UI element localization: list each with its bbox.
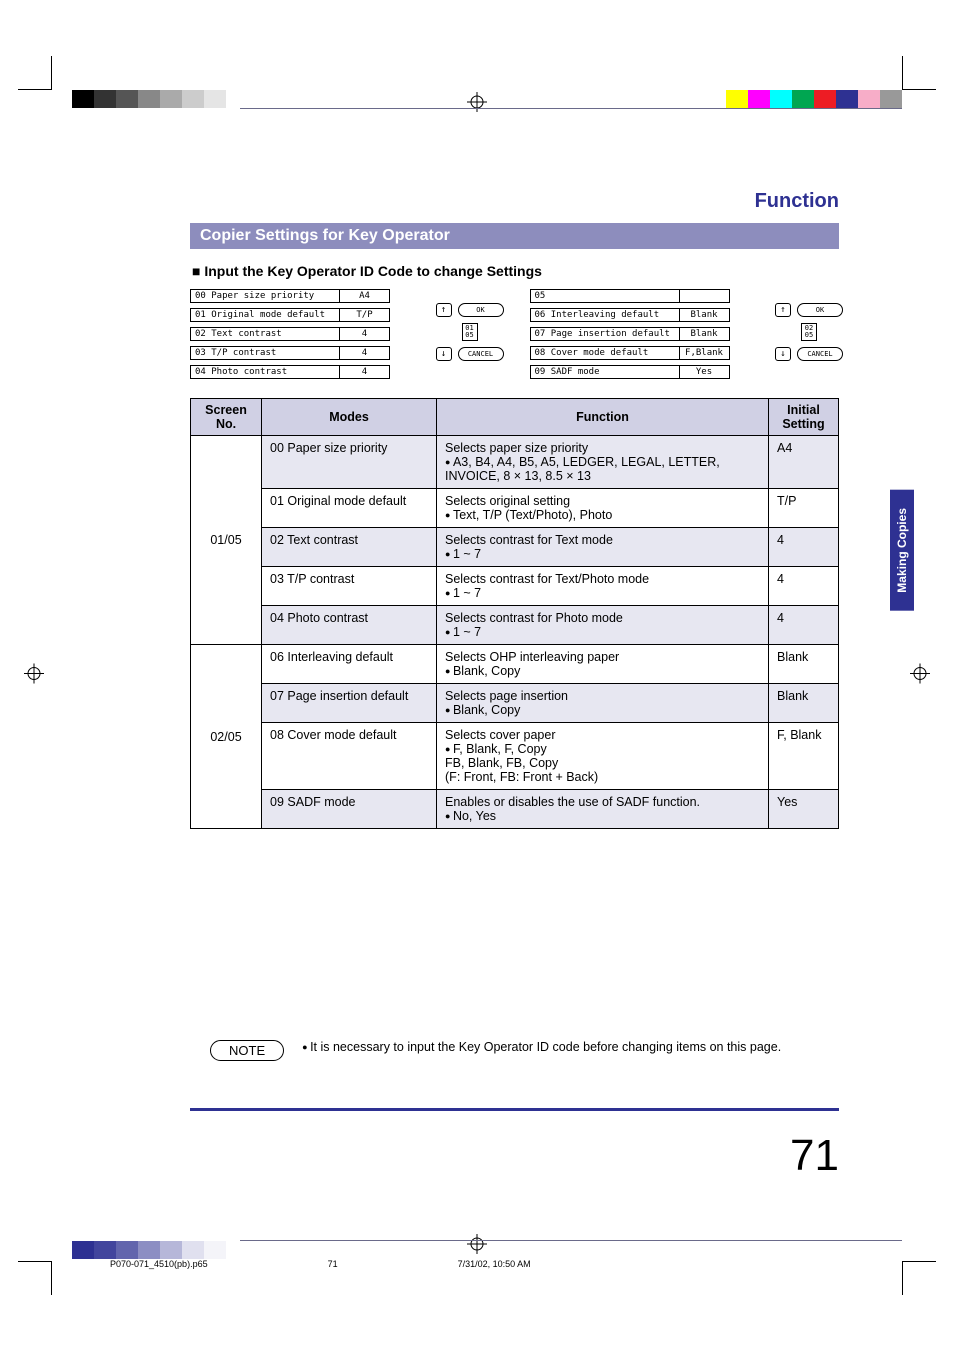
settings-table: Screen No. Modes Function Initial Settin… xyxy=(190,398,839,829)
color-swatches xyxy=(726,90,902,108)
initial-cell: Yes xyxy=(769,790,839,829)
table-row: 02/0506 Interleaving defaultSelects OHP … xyxy=(191,645,839,684)
initial-cell: 4 xyxy=(769,567,839,606)
initial-cell: 4 xyxy=(769,528,839,567)
trim-line xyxy=(240,108,902,109)
list-item: 04 Photo contrast xyxy=(190,365,340,379)
mode-cell: 03 T/P contrast xyxy=(262,567,437,606)
function-cell: Enables or disables the use of SADF func… xyxy=(437,790,769,829)
arrow-up-icon[interactable]: ↑ xyxy=(775,303,791,317)
separator xyxy=(190,1108,839,1111)
function-cell: Selects contrast for Text/Photo mode1 ~ … xyxy=(437,567,769,606)
footer-meta: P070-071_4510(pb).p65 71 7/31/02, 10:50 … xyxy=(110,1259,839,1269)
list-item: 02 Text contrast xyxy=(190,327,340,341)
mode-cell: 07 Page insertion default xyxy=(262,684,437,723)
sub-heading: Input the Key Operator ID Code to change… xyxy=(192,263,839,279)
list-item: 08 Cover mode default xyxy=(530,346,680,360)
function-cell: Selects original settingText, T/P (Text/… xyxy=(437,489,769,528)
mode-cell: 01 Original mode default xyxy=(262,489,437,528)
blue-swatches xyxy=(72,1241,226,1259)
section-title: Copier Settings for Key Operator xyxy=(190,223,839,249)
list-item: 06 Interleaving default xyxy=(530,308,680,322)
table-row: 02 Text contrastSelects contrast for Tex… xyxy=(191,528,839,567)
function-cell: Selects OHP interleaving paperBlank, Cop… xyxy=(437,645,769,684)
chapter-tab: Making Copies xyxy=(890,490,914,611)
note-label: NOTE xyxy=(210,1040,284,1061)
crop-mark xyxy=(902,1261,936,1295)
list-item: 01 Original mode default xyxy=(190,308,340,322)
screen-no-cell: 01/05 xyxy=(191,436,262,645)
crop-mark xyxy=(18,56,52,90)
gray-swatches xyxy=(72,90,226,108)
arrow-up-icon[interactable]: ↑ xyxy=(436,303,452,317)
registration-mark xyxy=(24,663,44,688)
mode-cell: 06 Interleaving default xyxy=(262,645,437,684)
page-number: 71 xyxy=(790,1131,839,1181)
crop-mark xyxy=(902,56,936,90)
page-category: Function xyxy=(190,190,839,213)
initial-cell: Blank xyxy=(769,684,839,723)
col-screen-no: Screen No. xyxy=(191,399,262,436)
mode-cell: 08 Cover mode default xyxy=(262,723,437,790)
list-item: 05 xyxy=(530,289,680,303)
screen-no-cell: 02/05 xyxy=(191,645,262,829)
registration-mark xyxy=(467,92,487,117)
col-function: Function xyxy=(437,399,769,436)
function-cell: Selects paper size priorityA3, B4, A4, B… xyxy=(437,436,769,489)
function-cell: Selects cover paperF, Blank, F, CopyFB, … xyxy=(437,723,769,790)
settings-screen-02: 05 06 Interleaving defaultBlank 07 Page … xyxy=(530,289,840,384)
mode-cell: 00 Paper size priority xyxy=(262,436,437,489)
list-item: 00 Paper size priority xyxy=(190,289,340,303)
list-item: 09 SADF mode xyxy=(530,365,680,379)
table-row: 04 Photo contrastSelects contrast for Ph… xyxy=(191,606,839,645)
mode-cell: 04 Photo contrast xyxy=(262,606,437,645)
page-indicator: 0105 xyxy=(462,323,478,341)
table-row: 03 T/P contrastSelects contrast for Text… xyxy=(191,567,839,606)
registration-mark xyxy=(910,663,930,688)
table-row: 08 Cover mode defaultSelects cover paper… xyxy=(191,723,839,790)
ok-button[interactable]: OK xyxy=(458,303,504,317)
cancel-button[interactable]: CANCEL xyxy=(797,347,843,361)
initial-cell: 4 xyxy=(769,606,839,645)
table-row: 07 Page insertion defaultSelects page in… xyxy=(191,684,839,723)
mode-cell: 02 Text contrast xyxy=(262,528,437,567)
page-indicator: 0205 xyxy=(801,323,817,341)
col-initial: Initial Setting xyxy=(769,399,839,436)
trim-line xyxy=(240,1240,902,1241)
mode-cell: 09 SADF mode xyxy=(262,790,437,829)
ok-button[interactable]: OK xyxy=(797,303,843,317)
initial-cell: F, Blank xyxy=(769,723,839,790)
initial-cell: T/P xyxy=(769,489,839,528)
function-cell: Selects page insertionBlank, Copy xyxy=(437,684,769,723)
note-text: It is necessary to input the Key Operato… xyxy=(302,1040,839,1054)
arrow-down-icon[interactable]: ↓ xyxy=(775,347,791,361)
crop-mark xyxy=(18,1261,52,1295)
function-cell: Selects contrast for Text mode1 ~ 7 xyxy=(437,528,769,567)
initial-cell: A4 xyxy=(769,436,839,489)
registration-mark xyxy=(467,1234,487,1259)
cancel-button[interactable]: CANCEL xyxy=(458,347,504,361)
settings-screen-01: 00 Paper size priorityA4 01 Original mod… xyxy=(190,289,500,384)
table-row: 09 SADF modeEnables or disables the use … xyxy=(191,790,839,829)
col-modes: Modes xyxy=(262,399,437,436)
initial-cell: Blank xyxy=(769,645,839,684)
table-row: 01/0500 Paper size prioritySelects paper… xyxy=(191,436,839,489)
function-cell: Selects contrast for Photo mode1 ~ 7 xyxy=(437,606,769,645)
list-item: 07 Page insertion default xyxy=(530,327,680,341)
table-row: 01 Original mode defaultSelects original… xyxy=(191,489,839,528)
arrow-down-icon[interactable]: ↓ xyxy=(436,347,452,361)
list-item: 03 T/P contrast xyxy=(190,346,340,360)
